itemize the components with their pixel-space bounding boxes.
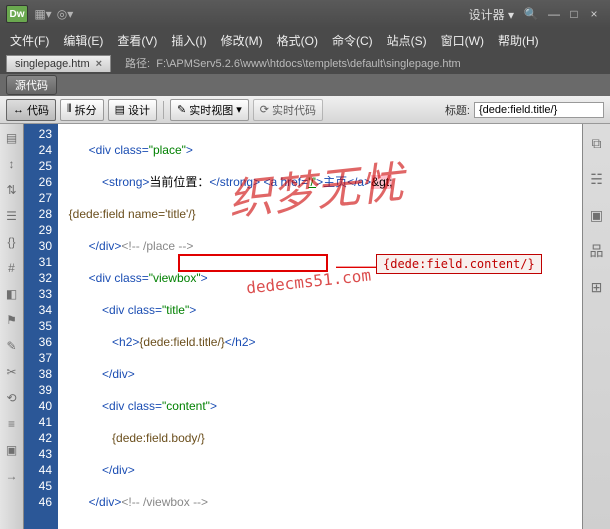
move-css-icon[interactable]: ▣ bbox=[4, 442, 20, 458]
open-docs-icon[interactable]: ▤ bbox=[4, 130, 20, 146]
menu-window[interactable]: 窗口(W) bbox=[441, 32, 484, 49]
document-toolbar: ↔ 代码 ⫴ 拆分 ▤ 设计 ✎ 实时视图 ▾ ⟳ 实时代码 标题: {dede… bbox=[0, 96, 610, 124]
menu-file[interactable]: 文件(F) bbox=[10, 32, 49, 49]
highlight-icon[interactable]: ◧ bbox=[4, 286, 20, 302]
balance-braces-icon[interactable]: {} bbox=[4, 234, 20, 250]
annotation-highlight-source bbox=[178, 254, 328, 272]
document-tab-bar: singlepage.htm × 路径: F:\APMServ5.2.6\www… bbox=[0, 52, 610, 74]
menu-view[interactable]: 查看(V) bbox=[117, 32, 157, 49]
workspace-label[interactable]: 设计器 ▾ bbox=[469, 6, 514, 23]
menu-commands[interactable]: 命令(C) bbox=[332, 32, 373, 49]
syntax-error-icon[interactable]: ⚑ bbox=[4, 312, 20, 328]
panel-dock-right: ⧉ ☵ ▣ 品 ⊞ bbox=[582, 124, 610, 529]
menu-site[interactable]: 站点(S) bbox=[387, 32, 427, 49]
extend-dropdown-icon[interactable]: ◎▾ bbox=[56, 5, 74, 23]
indent-icon[interactable]: → bbox=[4, 468, 20, 484]
files-panel-icon[interactable]: 品 bbox=[588, 242, 606, 260]
toolbar-separator bbox=[163, 101, 164, 119]
tab-close-icon[interactable]: × bbox=[96, 58, 102, 70]
menu-insert[interactable]: 插入(I) bbox=[171, 32, 206, 49]
split-view-button[interactable]: ⫴ 拆分 bbox=[60, 99, 104, 121]
ap-elements-icon[interactable]: ▣ bbox=[588, 206, 606, 224]
related-files-bar: 源代码 bbox=[0, 74, 610, 96]
main-area: ▤ ↕ ⇅ ☰ {} # ◧ ⚑ ✎ ✂ ⟲ ≡ ▣ → 23242526272… bbox=[0, 124, 610, 529]
wrap-tag-icon[interactable]: ⟲ bbox=[4, 390, 20, 406]
recent-snippets-icon[interactable]: ≡ bbox=[4, 416, 20, 432]
live-code-button[interactable]: ⟳ 实时代码 bbox=[253, 99, 323, 121]
annotation-highlight-target: {dede:field.content/} bbox=[376, 254, 542, 274]
window-maximize-button[interactable]: □ bbox=[564, 7, 584, 21]
title-field[interactable]: {dede:field.title/} bbox=[474, 102, 604, 118]
live-view-button[interactable]: ✎ 实时视图 ▾ bbox=[170, 99, 249, 121]
menu-help[interactable]: 帮助(H) bbox=[498, 32, 539, 49]
line-numbers-icon[interactable]: # bbox=[4, 260, 20, 276]
title-field-label: 标题: bbox=[445, 102, 470, 118]
tab-label: singlepage.htm bbox=[15, 58, 90, 70]
file-path: 路径: F:\APMServ5.2.6\www\htdocs\templets\… bbox=[125, 55, 461, 71]
remove-comment-icon[interactable]: ✂ bbox=[4, 364, 20, 380]
title-bar: Dw ▦▾ ◎▾ 设计器 ▾ 🔍 — □ × bbox=[0, 0, 610, 28]
insert-panel-icon[interactable]: ⧉ bbox=[588, 134, 606, 152]
select-parent-icon[interactable]: ☰ bbox=[4, 208, 20, 224]
search-icon[interactable]: 🔍 bbox=[522, 5, 540, 23]
window-minimize-button[interactable]: — bbox=[544, 7, 564, 21]
design-view-button[interactable]: ▤ 设计 bbox=[108, 99, 157, 121]
menu-modify[interactable]: 修改(M) bbox=[221, 32, 263, 49]
layout-dropdown-icon[interactable]: ▦▾ bbox=[34, 5, 52, 23]
document-tab[interactable]: singlepage.htm × bbox=[6, 55, 111, 72]
code-view-button[interactable]: ↔ 代码 bbox=[6, 99, 56, 121]
code-editor[interactable]: 2324252627282930313233343536373839404142… bbox=[24, 124, 582, 529]
assets-panel-icon[interactable]: ⊞ bbox=[588, 278, 606, 296]
apply-comment-icon[interactable]: ✎ bbox=[4, 338, 20, 354]
menu-edit[interactable]: 编辑(E) bbox=[63, 32, 103, 49]
app-logo-icon: Dw bbox=[6, 5, 28, 23]
source-code-button[interactable]: 源代码 bbox=[6, 75, 57, 95]
menu-format[interactable]: 格式(O) bbox=[277, 32, 318, 49]
menu-bar: 文件(F) 编辑(E) 查看(V) 插入(I) 修改(M) 格式(O) 命令(C… bbox=[0, 28, 610, 52]
code-toolbar-left: ▤ ↕ ⇅ ☰ {} # ◧ ⚑ ✎ ✂ ⟲ ≡ ▣ → bbox=[0, 124, 24, 529]
css-panel-icon[interactable]: ☵ bbox=[588, 170, 606, 188]
expand-icon[interactable]: ⇅ bbox=[4, 182, 20, 198]
line-number-gutter: 2324252627282930313233343536373839404142… bbox=[24, 124, 58, 529]
code-content[interactable]: <div class="place"> <strong>当前位置：</stron… bbox=[58, 124, 582, 529]
collapse-icon[interactable]: ↕ bbox=[4, 156, 20, 172]
window-close-button[interactable]: × bbox=[584, 7, 604, 21]
